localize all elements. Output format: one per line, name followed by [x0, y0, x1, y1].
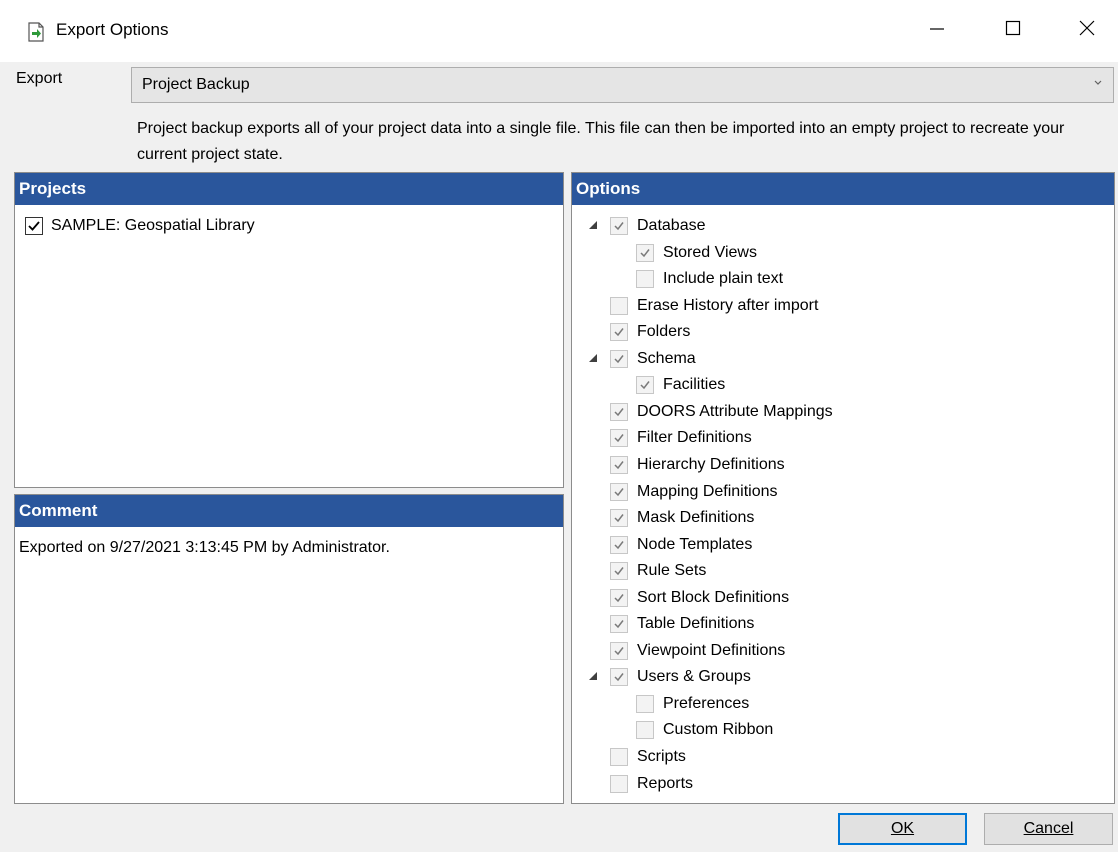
- option-label: Sort Block Definitions: [637, 588, 790, 606]
- option-label: Custom Ribbon: [663, 721, 774, 739]
- option-checkbox[interactable]: [610, 774, 628, 793]
- projects-header: Projects: [15, 173, 563, 205]
- cancel-button[interactable]: Cancel: [984, 813, 1113, 845]
- close-icon: [1079, 20, 1095, 41]
- options-panel: Options Database Stored Views Include plai…: [571, 172, 1115, 804]
- option-item[interactable]: Database: [589, 213, 706, 239]
- project-label: SAMPLE: Geospatial Library: [51, 217, 255, 234]
- option-item[interactable]: Viewpoint Definitions: [610, 638, 785, 664]
- option-checkbox[interactable]: [610, 296, 628, 315]
- option-item[interactable]: DOORS Attribute Mappings: [610, 399, 833, 425]
- option-checkbox[interactable]: [636, 376, 654, 395]
- option-label: Facilities: [663, 376, 726, 394]
- project-checkbox[interactable]: [25, 217, 43, 235]
- maximize-icon: [1005, 20, 1021, 41]
- export-type-dropdown[interactable]: Project Backup: [131, 67, 1114, 103]
- option-checkbox[interactable]: [636, 721, 654, 740]
- option-checkbox[interactable]: [610, 217, 628, 235]
- minimize-button[interactable]: [914, 10, 960, 50]
- option-item[interactable]: Reports: [610, 771, 693, 797]
- option-checkbox[interactable]: [610, 402, 628, 421]
- project-item[interactable]: SAMPLE: Geospatial Library: [25, 217, 255, 235]
- option-label: Node Templates: [637, 535, 753, 553]
- option-item[interactable]: Rule Sets: [610, 558, 706, 584]
- option-item[interactable]: Table Definitions: [610, 611, 754, 637]
- option-item[interactable]: Sort Block Definitions: [610, 585, 789, 611]
- option-checkbox[interactable]: [610, 509, 628, 528]
- option-label: Folders: [637, 323, 691, 341]
- option-checkbox[interactable]: [610, 615, 628, 634]
- expand-triangle-icon[interactable]: [588, 353, 600, 365]
- maximize-button[interactable]: [990, 10, 1036, 50]
- option-label: Database: [637, 217, 706, 234]
- option-item[interactable]: Mapping Definitions: [610, 479, 778, 505]
- option-item[interactable]: Stored Views: [636, 240, 757, 266]
- option-label: Mask Definitions: [637, 509, 755, 527]
- close-button[interactable]: [1064, 10, 1110, 50]
- option-checkbox[interactable]: [636, 270, 654, 289]
- option-item[interactable]: Mask Definitions: [610, 505, 754, 531]
- option-checkbox[interactable]: [636, 243, 654, 262]
- option-label: Mapping Definitions: [637, 482, 778, 500]
- ok-button[interactable]: OK: [838, 813, 967, 845]
- minimize-icon: [929, 20, 945, 41]
- option-item[interactable]: Include plain text: [636, 266, 783, 292]
- option-item[interactable]: Filter Definitions: [610, 425, 752, 451]
- option-checkbox[interactable]: [610, 323, 628, 342]
- option-label: Users & Groups: [637, 668, 751, 686]
- export-options-dialog: Export Options Export Project Backup Pro…: [0, 0, 1118, 852]
- option-item[interactable]: Hierarchy Definitions: [610, 452, 785, 478]
- ok-label: OK: [890, 820, 915, 837]
- option-label: Preferences: [663, 694, 750, 712]
- option-checkbox[interactable]: [610, 562, 628, 581]
- option-item[interactable]: Custom Ribbon: [636, 717, 773, 743]
- title-bar: Export Options: [0, 0, 1118, 62]
- option-label: Erase History after import: [637, 296, 819, 314]
- comment-panel: Comment Exported on 9/27/2021 3:13:45 PM…: [14, 494, 564, 804]
- expand-triangle-icon[interactable]: [588, 220, 600, 232]
- export-description: Project backup exports all of your proje…: [137, 120, 1065, 163]
- comment-header: Comment: [15, 495, 563, 527]
- window-title: Export Options: [56, 20, 169, 39]
- option-label: Rule Sets: [637, 562, 707, 580]
- option-item[interactable]: Facilities: [636, 372, 725, 398]
- option-item[interactable]: Node Templates: [610, 532, 752, 558]
- cancel-label: Cancel: [1023, 820, 1074, 837]
- option-checkbox[interactable]: [610, 641, 628, 660]
- option-label: Filter Definitions: [637, 429, 752, 447]
- option-item[interactable]: Users & Groups: [589, 664, 751, 690]
- option-label: DOORS Attribute Mappings: [637, 402, 833, 420]
- option-label: Viewpoint Definitions: [637, 641, 786, 659]
- option-checkbox[interactable]: [610, 429, 628, 448]
- option-checkbox[interactable]: [610, 588, 628, 607]
- option-item[interactable]: Schema: [589, 346, 696, 372]
- option-item[interactable]: Scripts: [610, 744, 686, 770]
- option-label: Stored Views: [663, 243, 757, 261]
- option-item[interactable]: Erase History after import: [610, 293, 818, 319]
- expand-triangle-icon[interactable]: [588, 671, 600, 683]
- projects-panel: Projects SAMPLE: Geospatial Library: [14, 172, 564, 488]
- option-label: Table Definitions: [637, 615, 755, 633]
- comment-text[interactable]: Exported on 9/27/2021 3:13:45 PM by Admi…: [19, 539, 390, 557]
- option-checkbox[interactable]: [610, 349, 628, 368]
- option-label: Schema: [637, 349, 696, 367]
- option-item[interactable]: Folders: [610, 319, 690, 345]
- export-label: Export: [16, 70, 63, 87]
- option-item[interactable]: Preferences: [636, 691, 749, 717]
- option-checkbox[interactable]: [610, 455, 628, 474]
- option-label: Reports: [637, 774, 694, 792]
- option-label: Hierarchy Definitions: [637, 455, 785, 473]
- options-header: Options: [572, 173, 1114, 205]
- export-document-icon: [26, 22, 46, 42]
- option-checkbox[interactable]: [610, 535, 628, 554]
- export-type-value: Project Backup: [142, 76, 250, 93]
- option-checkbox[interactable]: [610, 482, 628, 501]
- option-checkbox[interactable]: [636, 694, 654, 713]
- chevron-down-icon: [1093, 76, 1103, 90]
- option-label: Scripts: [637, 748, 686, 765]
- option-checkbox[interactable]: [610, 668, 628, 687]
- option-checkbox[interactable]: [610, 748, 628, 766]
- option-label: Include plain text: [663, 270, 784, 288]
